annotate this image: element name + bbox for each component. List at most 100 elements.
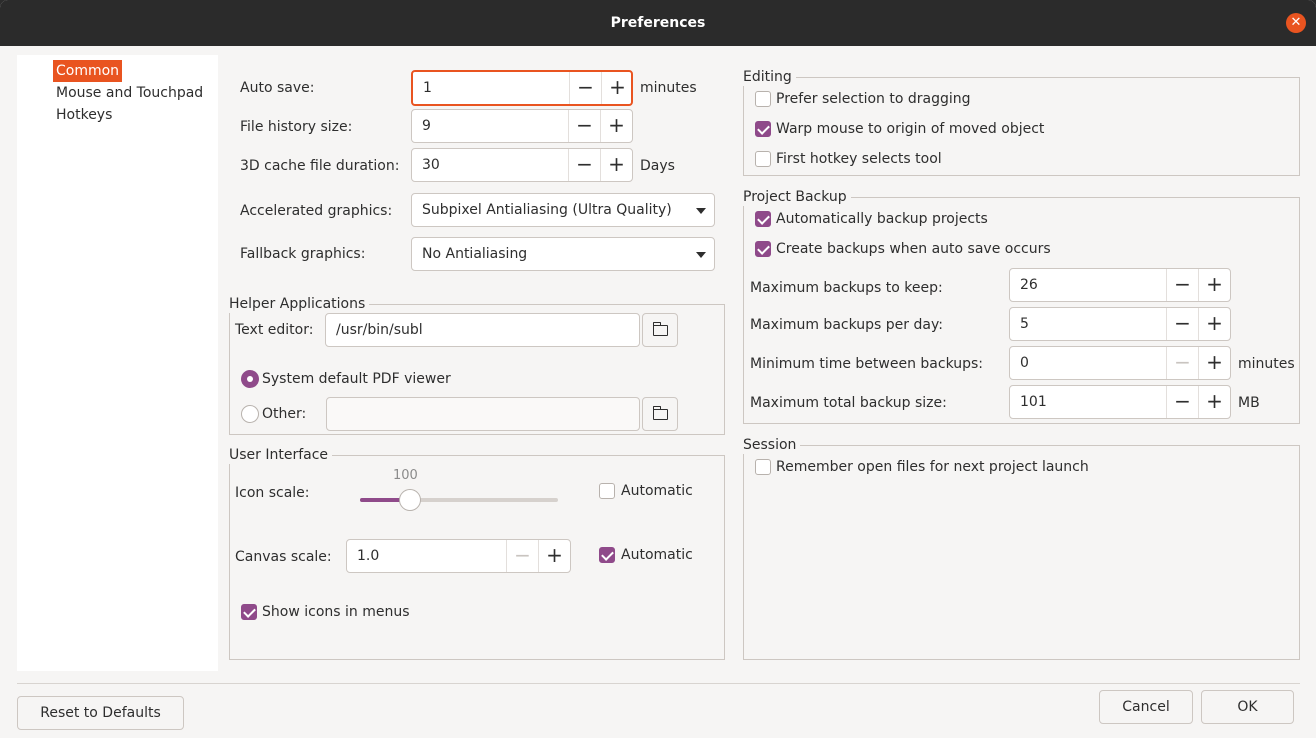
auto-save-spinner[interactable]: 1 − + <box>411 70 633 106</box>
cache-duration-minus-button[interactable]: − <box>568 149 600 181</box>
max-backups-keep-value: 26 <box>1020 277 1038 293</box>
sidebar-item-mouse-touchpad[interactable]: Mouse and Touchpad <box>53 82 206 104</box>
min-time-backups-plus-button[interactable]: + <box>1198 347 1230 379</box>
prefer-selection-label: Prefer selection to dragging <box>776 91 971 107</box>
show-icons-label: Show icons in menus <box>262 604 410 620</box>
pdf-other-label: Other: <box>262 406 307 422</box>
icon-scale-slider-handle[interactable] <box>398 489 421 511</box>
window-title: Preferences <box>610 15 706 31</box>
title-bar: Preferences ✕ <box>0 0 1316 46</box>
max-backups-keep-spinner[interactable]: 26 − + <box>1009 268 1231 302</box>
max-backup-size-minus-button[interactable]: − <box>1166 386 1198 418</box>
icon-scale-label: Icon scale: <box>235 485 310 501</box>
cache-duration-unit: Days <box>640 158 675 174</box>
pdf-other-browse-button[interactable] <box>642 397 678 431</box>
backup-on-save-checkbox[interactable] <box>755 241 771 257</box>
folder-icon <box>652 322 668 336</box>
cancel-button[interactable]: Cancel <box>1099 690 1193 724</box>
text-editor-label: Text editor: <box>235 322 314 338</box>
text-editor-field[interactable]: /usr/bin/subl <box>325 313 640 347</box>
max-backups-day-spinner[interactable]: 5 − + <box>1009 307 1231 341</box>
icon-scale-automatic-checkbox[interactable] <box>599 483 615 499</box>
fallback-graphics-label: Fallback graphics: <box>240 246 366 262</box>
file-history-spinner[interactable]: 9 − + <box>411 109 633 143</box>
auto-save-unit: minutes <box>640 80 697 96</box>
remember-files-label: Remember open files for next project lau… <box>776 459 1089 475</box>
accelerated-graphics-value: Subpixel Antialiasing (Ultra Quality) <box>422 202 672 218</box>
canvas-scale-minus-button[interactable]: − <box>506 540 538 572</box>
close-button[interactable]: ✕ <box>1286 13 1306 33</box>
pdf-other-radio[interactable] <box>241 405 259 423</box>
max-backups-keep-plus-button[interactable]: + <box>1198 269 1230 301</box>
cache-duration-spinner[interactable]: 30 − + <box>411 148 633 182</box>
file-history-label: File history size: <box>240 119 353 135</box>
max-backups-day-plus-button[interactable]: + <box>1198 308 1230 340</box>
cache-duration-value: 30 <box>422 157 440 173</box>
helper-applications-title: Helper Applications <box>229 295 370 313</box>
canvas-scale-automatic-label: Automatic <box>621 547 693 563</box>
auto-save-plus-button[interactable]: + <box>601 72 633 104</box>
max-backups-keep-minus-button[interactable]: − <box>1166 269 1198 301</box>
canvas-scale-value: 1.0 <box>357 548 380 564</box>
auto-save-minus-button[interactable]: − <box>569 72 601 104</box>
file-history-minus-button[interactable]: − <box>568 110 600 142</box>
divider <box>17 683 1300 684</box>
folder-icon <box>652 406 668 420</box>
auto-save-label: Auto save: <box>240 80 315 96</box>
cache-duration-plus-button[interactable]: + <box>600 149 632 181</box>
show-icons-checkbox[interactable] <box>241 604 257 620</box>
session-title: Session <box>743 436 801 454</box>
first-hotkey-checkbox[interactable] <box>755 151 771 167</box>
canvas-scale-plus-button[interactable]: + <box>538 540 570 572</box>
chevron-down-icon <box>696 252 706 258</box>
backup-on-save-label: Create backups when auto save occurs <box>776 241 1051 257</box>
project-backup-title: Project Backup <box>743 188 851 206</box>
sidebar-item-hotkeys[interactable]: Hotkeys <box>53 104 115 126</box>
max-backups-day-minus-button[interactable]: − <box>1166 308 1198 340</box>
fallback-graphics-value: No Antialiasing <box>422 246 528 262</box>
sidebar: Common Mouse and Touchpad Hotkeys <box>17 55 218 671</box>
min-time-backups-value: 0 <box>1020 355 1029 371</box>
auto-backup-checkbox[interactable] <box>755 211 771 227</box>
canvas-scale-spinner[interactable]: 1.0 − + <box>346 539 571 573</box>
ok-button[interactable]: OK <box>1201 690 1294 724</box>
session-frame <box>743 445 1300 660</box>
accelerated-graphics-label: Accelerated graphics: <box>240 203 393 219</box>
pdf-other-field[interactable] <box>326 397 640 431</box>
text-editor-browse-button[interactable] <box>642 313 678 347</box>
min-time-backups-spinner[interactable]: 0 − + <box>1009 346 1231 380</box>
reset-defaults-button[interactable]: Reset to Defaults <box>17 696 184 730</box>
fallback-graphics-select[interactable]: No Antialiasing <box>411 237 715 271</box>
warp-mouse-checkbox[interactable] <box>755 121 771 137</box>
file-history-plus-button[interactable]: + <box>600 110 632 142</box>
prefer-selection-checkbox[interactable] <box>755 91 771 107</box>
pdf-default-radio[interactable] <box>241 370 259 388</box>
icon-scale-value: 100 <box>393 468 418 483</box>
icon-scale-slider[interactable] <box>360 498 558 502</box>
remember-files-checkbox[interactable] <box>755 459 771 475</box>
max-backup-size-value: 101 <box>1020 394 1047 410</box>
max-backup-size-spinner[interactable]: 101 − + <box>1009 385 1231 419</box>
editing-title: Editing <box>743 68 796 86</box>
max-backups-keep-label: Maximum backups to keep: <box>750 280 943 296</box>
chevron-down-icon <box>696 208 706 214</box>
max-backup-size-plus-button[interactable]: + <box>1198 386 1230 418</box>
min-time-backups-label: Minimum time between backups: <box>750 356 984 372</box>
close-icon: ✕ <box>1290 15 1302 30</box>
canvas-scale-automatic-checkbox[interactable] <box>599 547 615 563</box>
warp-mouse-label: Warp mouse to origin of moved object <box>776 121 1045 137</box>
first-hotkey-label: First hotkey selects tool <box>776 151 942 167</box>
auto-save-value: 1 <box>423 80 432 96</box>
user-interface-title: User Interface <box>229 446 333 464</box>
max-backups-day-value: 5 <box>1020 316 1029 332</box>
preferences-window: Preferences ✕ Common Mouse and Touchpad … <box>0 0 1316 738</box>
min-time-backups-minus-button[interactable]: − <box>1166 347 1198 379</box>
canvas-scale-label: Canvas scale: <box>235 549 332 565</box>
min-time-backups-unit: minutes <box>1238 356 1295 372</box>
cache-duration-label: 3D cache file duration: <box>240 158 400 174</box>
text-editor-value: /usr/bin/subl <box>336 322 423 338</box>
accelerated-graphics-select[interactable]: Subpixel Antialiasing (Ultra Quality) <box>411 193 715 227</box>
file-history-value: 9 <box>422 118 431 134</box>
max-backups-day-label: Maximum backups per day: <box>750 317 943 333</box>
sidebar-item-common[interactable]: Common <box>53 60 123 82</box>
